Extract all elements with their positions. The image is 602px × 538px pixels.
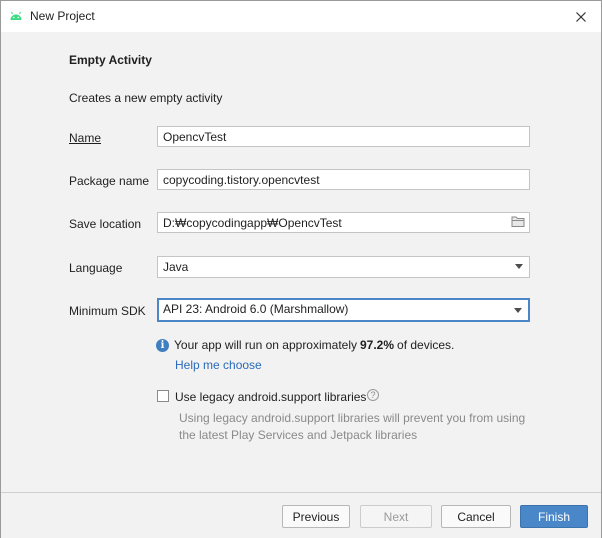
name-label-text: Name	[69, 131, 102, 145]
save-location-field-wrap: D:₩copycodingapp₩OpencvTest	[157, 212, 530, 233]
cancel-button[interactable]: Cancel	[441, 505, 511, 528]
next-label: Next	[383, 509, 409, 524]
chevron-down-icon	[514, 308, 522, 313]
device-coverage-info: i Your app will run on approximately 97.…	[156, 338, 454, 352]
page-title: Empty Activity	[69, 53, 152, 67]
info-percent: 97.2%	[360, 338, 395, 352]
save-location-label: Save location	[69, 217, 142, 231]
next-button[interactable]: Next	[360, 505, 432, 528]
min-sdk-select[interactable]: API 23: Android 6.0 (Marshmallow)	[157, 298, 530, 322]
close-icon	[576, 12, 586, 22]
min-sdk-label: Minimum SDK	[69, 304, 146, 318]
language-value: Java	[163, 260, 189, 274]
finish-button[interactable]: Finish	[520, 505, 588, 528]
save-location-field[interactable]: D:₩copycodingapp₩OpencvTest	[157, 212, 530, 233]
info-icon: i	[156, 338, 169, 352]
min-sdk-value: API 23: Android 6.0 (Marshmallow)	[163, 302, 349, 316]
page-description: Creates a new empty activity	[69, 91, 223, 105]
previous-label: Previous	[292, 509, 340, 524]
package-name-field[interactable]: copycoding.tistory.opencvtest	[157, 169, 530, 190]
legacy-hint-line-1: Using legacy android.support libraries w…	[179, 411, 526, 425]
package-label: Package name	[69, 174, 150, 188]
info-suffix: of devices.	[397, 338, 455, 352]
window-title: New Project	[30, 9, 95, 23]
dialog-footer: Previous Next Cancel Finish	[1, 492, 601, 538]
close-button[interactable]	[571, 7, 591, 27]
new-project-dialog: New Project Empty Activity Creates a new…	[0, 0, 602, 538]
chevron-down-icon	[515, 264, 523, 269]
folder-icon[interactable]	[511, 215, 525, 228]
cancel-label: Cancel	[457, 509, 495, 524]
legacy-hint-line-2: the latest Play Services and Jetpack lib…	[179, 428, 418, 442]
dialog-content: Empty Activity Creates a new empty activ…	[1, 32, 601, 492]
title-bar: New Project	[1, 1, 601, 32]
android-icon	[10, 11, 22, 20]
legacy-support-checkbox[interactable]	[157, 390, 169, 402]
help-icon[interactable]: ?	[367, 389, 379, 401]
info-prefix: Your app will run on approximately	[174, 338, 357, 352]
previous-button[interactable]: Previous	[282, 505, 350, 528]
legacy-support-label[interactable]: Use legacy android.support libraries	[175, 390, 366, 404]
help-me-choose-link[interactable]: Help me choose	[175, 358, 262, 372]
language-label: Language	[69, 261, 123, 275]
name-field[interactable]: OpencvTest	[157, 126, 530, 147]
name-label: Name	[69, 131, 101, 145]
finish-label: Finish	[537, 509, 570, 524]
language-select[interactable]: Java	[157, 256, 530, 278]
